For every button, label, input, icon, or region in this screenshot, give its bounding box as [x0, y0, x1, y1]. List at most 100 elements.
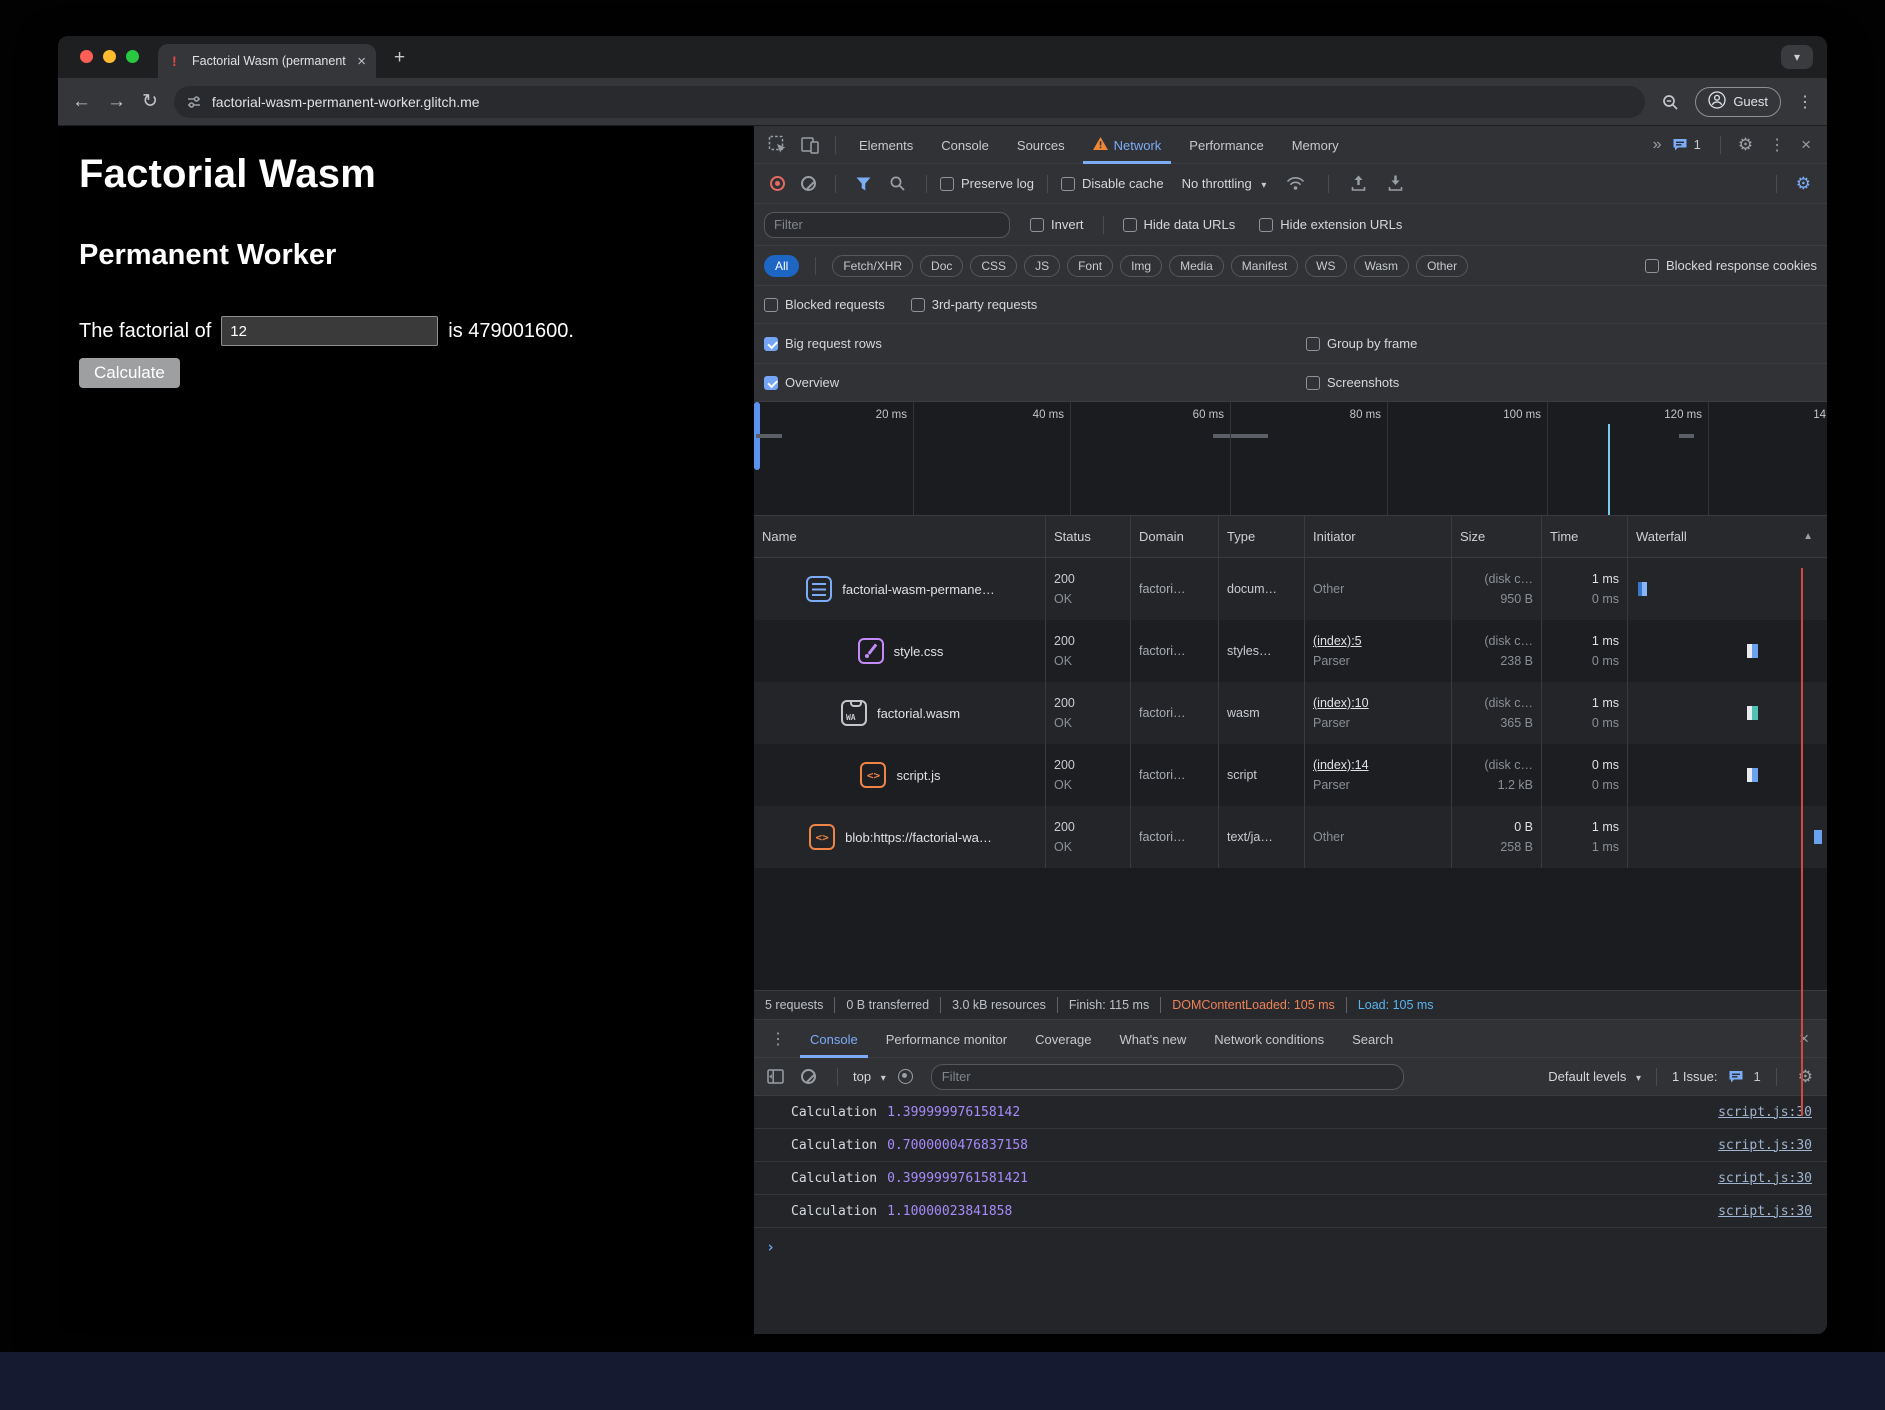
- column-header-type[interactable]: Type: [1219, 516, 1305, 557]
- log-levels-dropdown[interactable]: Default levels ▾: [1548, 1069, 1641, 1084]
- disable-cache-checkbox[interactable]: Disable cache: [1061, 176, 1164, 191]
- console-sidebar-icon[interactable]: [767, 1069, 784, 1084]
- throttling-dropdown[interactable]: No throttling ▾: [1182, 176, 1267, 191]
- request-row[interactable]: blob:https://factorial-wa…200OKfactori…t…: [754, 806, 1827, 868]
- initiator-link[interactable]: (index):14: [1313, 755, 1443, 775]
- close-window-button[interactable]: [80, 50, 93, 63]
- drawer-tab-console[interactable]: Console: [796, 1020, 872, 1058]
- devtools-close-icon[interactable]: ×: [1801, 135, 1811, 155]
- blocked-response-cookies-checkbox[interactable]: Blocked response cookies: [1645, 258, 1817, 273]
- filter-chip-manifest[interactable]: Manifest: [1231, 255, 1298, 277]
- big-request-rows-checkbox[interactable]: Big request rows: [764, 336, 882, 351]
- network-conditions-icon[interactable]: [1286, 176, 1305, 191]
- profile-button[interactable]: Guest: [1695, 87, 1781, 117]
- column-header-initiator[interactable]: Initiator: [1305, 516, 1452, 557]
- drawer-tab-search[interactable]: Search: [1338, 1020, 1407, 1058]
- hide-data-urls-checkbox[interactable]: Hide data URLs: [1123, 217, 1236, 232]
- column-header-time[interactable]: Time: [1542, 516, 1628, 557]
- calculate-button[interactable]: Calculate: [79, 358, 180, 388]
- device-toolbar-icon[interactable]: [800, 135, 820, 155]
- console-prompt-icon[interactable]: ›: [754, 1228, 1827, 1256]
- hide-extension-urls-checkbox[interactable]: Hide extension URLs: [1259, 217, 1402, 232]
- more-tabs-icon[interactable]: »: [1653, 136, 1662, 154]
- group-by-frame-checkbox[interactable]: Group by frame: [1306, 336, 1417, 351]
- drawer-menu-icon[interactable]: ⋮: [770, 1029, 786, 1049]
- console-source-link[interactable]: script.js:30: [1718, 1204, 1812, 1219]
- column-header-size[interactable]: Size: [1452, 516, 1542, 557]
- import-har-icon[interactable]: [1351, 175, 1366, 192]
- search-icon[interactable]: [889, 175, 906, 192]
- execution-context-dropdown[interactable]: top ▾: [853, 1069, 886, 1084]
- overview-checkbox[interactable]: Overview: [764, 375, 839, 390]
- forward-button[interactable]: →: [107, 92, 126, 111]
- request-row[interactable]: script.js200OKfactori…script(index):14Pa…: [754, 744, 1827, 806]
- drawer-tab-performance-monitor[interactable]: Performance monitor: [872, 1020, 1021, 1058]
- new-tab-button[interactable]: +: [394, 48, 405, 67]
- network-overview-timeline[interactable]: 20 ms40 ms60 ms80 ms100 ms120 ms14: [754, 402, 1827, 516]
- devtools-settings-icon[interactable]: ⚙: [1738, 135, 1753, 155]
- column-header-name[interactable]: Name: [754, 516, 1046, 557]
- tab-close-icon[interactable]: ×: [357, 53, 366, 70]
- filter-chip-css[interactable]: CSS: [970, 255, 1017, 277]
- column-header-status[interactable]: Status: [1046, 516, 1131, 557]
- request-row[interactable]: factorial.wasm200OKfactori…wasm(index):1…: [754, 682, 1827, 744]
- column-header-waterfall[interactable]: Waterfall▲: [1628, 516, 1827, 557]
- filter-funnel-icon[interactable]: [856, 177, 871, 191]
- tab-elements[interactable]: Elements: [845, 126, 927, 164]
- browser-tab[interactable]: ! Factorial Wasm (permanent W ×: [158, 44, 376, 78]
- devtools-menu-icon[interactable]: ⋮: [1769, 135, 1785, 155]
- factorial-input[interactable]: [221, 316, 438, 346]
- issues-icon[interactable]: [1672, 138, 1688, 152]
- filter-chip-doc[interactable]: Doc: [920, 255, 963, 277]
- filter-chip-fetch-xhr[interactable]: Fetch/XHR: [832, 255, 913, 277]
- tab-memory[interactable]: Memory: [1278, 126, 1353, 164]
- issue-counter[interactable]: 1 Issue:: [1672, 1069, 1718, 1084]
- drawer-tab-what-s-new[interactable]: What's new: [1105, 1020, 1200, 1058]
- drawer-tab-coverage[interactable]: Coverage: [1021, 1020, 1105, 1058]
- minimize-window-button[interactable]: [103, 50, 116, 63]
- column-header-domain[interactable]: Domain: [1131, 516, 1219, 557]
- export-har-icon[interactable]: [1388, 175, 1403, 192]
- tab-performance[interactable]: Performance: [1175, 126, 1277, 164]
- tab-network[interactable]: Network: [1079, 126, 1176, 164]
- blocked-requests-checkbox[interactable]: Blocked requests: [764, 297, 885, 312]
- back-button[interactable]: ←: [72, 92, 91, 111]
- filter-chip-js[interactable]: JS: [1024, 255, 1060, 277]
- initiator-link[interactable]: (index):10: [1313, 693, 1443, 713]
- console-source-link[interactable]: script.js:30: [1718, 1138, 1812, 1153]
- live-expression-icon[interactable]: [898, 1069, 913, 1084]
- zoom-level-icon[interactable]: [1661, 93, 1679, 111]
- initiator-link[interactable]: (index):5: [1313, 631, 1443, 651]
- request-row[interactable]: style.css200OKfactori…styles…(index):5Pa…: [754, 620, 1827, 682]
- filter-chip-other[interactable]: Other: [1416, 255, 1468, 277]
- filter-chip-font[interactable]: Font: [1067, 255, 1113, 277]
- drawer-tab-network-conditions[interactable]: Network conditions: [1200, 1020, 1338, 1058]
- address-bar[interactable]: factorial-wasm-permanent-worker.glitch.m…: [174, 86, 1645, 118]
- network-filter-input[interactable]: [764, 212, 1010, 238]
- site-settings-icon[interactable]: [186, 94, 202, 110]
- inspect-element-icon[interactable]: [768, 135, 788, 155]
- tab-console[interactable]: Console: [927, 126, 1003, 164]
- browser-menu-button[interactable]: ⋮: [1797, 92, 1813, 112]
- invert-checkbox[interactable]: Invert: [1030, 217, 1084, 232]
- clear-console-icon[interactable]: [801, 1069, 816, 1084]
- tab-sources[interactable]: Sources: [1003, 126, 1079, 164]
- console-source-link[interactable]: script.js:30: [1718, 1105, 1812, 1120]
- third-party-requests-checkbox[interactable]: 3rd-party requests: [911, 297, 1038, 312]
- maximize-window-button[interactable]: [126, 50, 139, 63]
- filter-chip-all[interactable]: All: [764, 255, 799, 277]
- screenshots-checkbox[interactable]: Screenshots: [1306, 375, 1399, 390]
- tab-search-button[interactable]: ▾: [1781, 45, 1813, 69]
- console-filter-input[interactable]: [931, 1064, 1404, 1090]
- filter-chip-media[interactable]: Media: [1169, 255, 1224, 277]
- record-network-log-icon[interactable]: [770, 176, 785, 191]
- filter-chip-img[interactable]: Img: [1120, 255, 1162, 277]
- filter-chip-wasm[interactable]: Wasm: [1354, 255, 1410, 277]
- console-source-link[interactable]: script.js:30: [1718, 1171, 1812, 1186]
- clear-network-log-icon[interactable]: [801, 176, 816, 191]
- network-settings-icon[interactable]: ⚙: [1796, 174, 1811, 194]
- filter-chip-ws[interactable]: WS: [1305, 255, 1346, 277]
- preserve-log-checkbox[interactable]: Preserve log: [940, 176, 1034, 191]
- request-row[interactable]: factorial-wasm-permane…200OKfactori…docu…: [754, 558, 1827, 620]
- reload-button[interactable]: ↻: [142, 92, 158, 111]
